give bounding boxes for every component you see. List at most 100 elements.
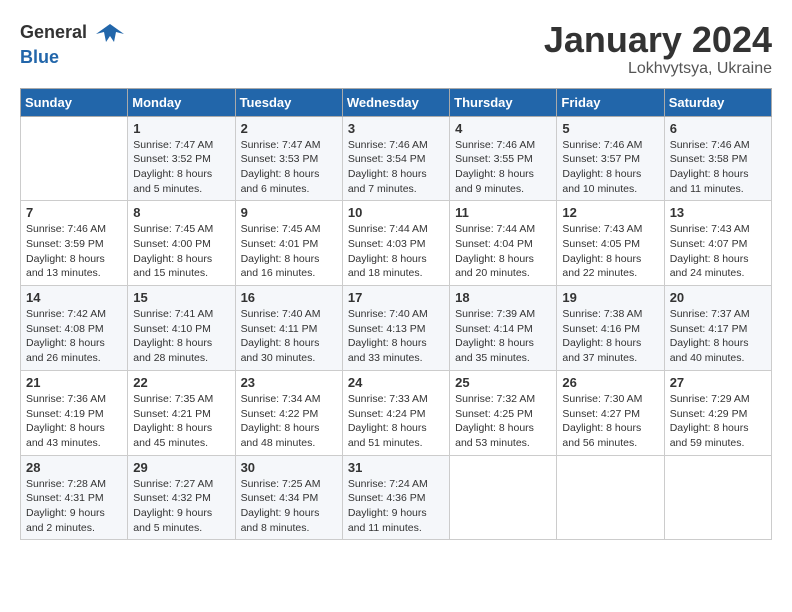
calendar-cell: 23 Sunrise: 7:34 AMSunset: 4:22 PMDayligh…: [235, 370, 342, 455]
day-number: 18: [455, 290, 551, 305]
day-detail: Sunrise: 7:47 AMSunset: 3:53 PMDaylight:…: [241, 138, 337, 197]
logo-general: General: [20, 22, 87, 42]
calendar-cell: 18 Sunrise: 7:39 AMSunset: 4:14 PMDayligh…: [450, 286, 557, 371]
calendar-cell: 16Sunrise: 7:40 AMSunset: 4:11 PMDayligh…: [235, 286, 342, 371]
calendar-cell: 1Sunrise: 7:47 AMSunset: 3:52 PMDaylight…: [128, 116, 235, 201]
day-detail: Sunrise: 7:39 AMSunset: 4:14 PMDaylight:…: [455, 307, 551, 366]
day-detail: Sunrise: 7:40 AMSunset: 4:13 PMDaylight:…: [348, 307, 444, 366]
day-number: 8: [133, 205, 229, 220]
day-number: 5: [562, 121, 658, 136]
day-number: 9: [241, 205, 337, 220]
calendar-cell: 17 Sunrise: 7:40 AMSunset: 4:13 PMDayligh…: [342, 286, 449, 371]
day-number: 20: [670, 290, 766, 305]
day-number: 15: [133, 290, 229, 305]
day-detail: Sunrise: 7:25 AMSunset: 4:34 PMDaylight:…: [241, 477, 337, 536]
day-detail: Sunrise: 7:27 AMSunset: 4:32 PMDaylight:…: [133, 477, 229, 536]
day-number: 25: [455, 375, 551, 390]
day-number: 22: [133, 375, 229, 390]
day-detail: Sunrise: 7:45 AMSunset: 4:00 PMDaylight:…: [133, 222, 229, 281]
day-detail: Sunrise: 7:43 AMSunset: 4:05 PMDaylight:…: [562, 222, 658, 281]
day-number: 4: [455, 121, 551, 136]
day-detail: Sunrise: 7:24 AMSunset: 4:36 PMDaylight:…: [348, 477, 444, 536]
calendar-week-row: 7 Sunrise: 7:46 AMSunset: 3:59 PMDaylight…: [21, 201, 772, 286]
calendar-cell: 4 Sunrise: 7:46 AMSunset: 3:55 PMDaylight…: [450, 116, 557, 201]
weekday-header-thursday: Thursday: [450, 88, 557, 116]
day-number: 21: [26, 375, 122, 390]
calendar-cell: 10Sunrise: 7:44 AMSunset: 4:03 PMDayligh…: [342, 201, 449, 286]
calendar-week-row: 1Sunrise: 7:47 AMSunset: 3:52 PMDaylight…: [21, 116, 772, 201]
day-number: 7: [26, 205, 122, 220]
day-number: 26: [562, 375, 658, 390]
weekday-header-sunday: Sunday: [21, 88, 128, 116]
day-number: 10: [348, 205, 444, 220]
calendar-cell: 26 Sunrise: 7:30 AMSunset: 4:27 PMDayligh…: [557, 370, 664, 455]
day-number: 27: [670, 375, 766, 390]
calendar-week-row: 21 Sunrise: 7:36 AMSunset: 4:19 PMDayligh…: [21, 370, 772, 455]
calendar-cell: 6Sunrise: 7:46 AMSunset: 3:58 PMDaylight…: [664, 116, 771, 201]
weekday-header-wednesday: Wednesday: [342, 88, 449, 116]
weekday-header-saturday: Saturday: [664, 88, 771, 116]
weekday-header-monday: Monday: [128, 88, 235, 116]
calendar-week-row: 14 Sunrise: 7:42 AMSunset: 4:08 PMDayligh…: [21, 286, 772, 371]
day-detail: Sunrise: 7:32 AMSunset: 4:25 PMDaylight:…: [455, 392, 551, 451]
calendar-table: SundayMondayTuesdayWednesdayThursdayFrid…: [20, 88, 772, 541]
day-number: 13: [670, 205, 766, 220]
day-number: 23: [241, 375, 337, 390]
calendar-cell: 13Sunrise: 7:43 AMSunset: 4:07 PMDayligh…: [664, 201, 771, 286]
day-detail: Sunrise: 7:46 AMSunset: 3:55 PMDaylight:…: [455, 138, 551, 197]
day-detail: Sunrise: 7:30 AMSunset: 4:27 PMDaylight:…: [562, 392, 658, 451]
day-detail: Sunrise: 7:37 AMSunset: 4:17 PMDaylight:…: [670, 307, 766, 366]
calendar-cell: [664, 455, 771, 540]
page-header: General Blue January 2024 Lokhvytsya, Uk…: [20, 20, 772, 78]
day-number: 28: [26, 460, 122, 475]
calendar-cell: 15 Sunrise: 7:41 AMSunset: 4:10 PMDayligh…: [128, 286, 235, 371]
day-detail: Sunrise: 7:41 AMSunset: 4:10 PMDaylight:…: [133, 307, 229, 366]
calendar-cell: 21 Sunrise: 7:36 AMSunset: 4:19 PMDayligh…: [21, 370, 128, 455]
day-detail: Sunrise: 7:42 AMSunset: 4:08 PMDaylight:…: [26, 307, 122, 366]
calendar-cell: 25 Sunrise: 7:32 AMSunset: 4:25 PMDayligh…: [450, 370, 557, 455]
day-detail: Sunrise: 7:45 AMSunset: 4:01 PMDaylight:…: [241, 222, 337, 281]
calendar-cell: 27 Sunrise: 7:29 AMSunset: 4:29 PMDayligh…: [664, 370, 771, 455]
calendar-cell: 7 Sunrise: 7:46 AMSunset: 3:59 PMDaylight…: [21, 201, 128, 286]
day-detail: Sunrise: 7:46 AMSunset: 3:58 PMDaylight:…: [670, 138, 766, 197]
calendar-cell: 9 Sunrise: 7:45 AMSunset: 4:01 PMDaylight…: [235, 201, 342, 286]
month-title: January 2024: [544, 20, 772, 60]
day-detail: Sunrise: 7:36 AMSunset: 4:19 PMDaylight:…: [26, 392, 122, 451]
logo-blue-line: Blue: [20, 48, 124, 68]
day-number: 14: [26, 290, 122, 305]
day-detail: Sunrise: 7:34 AMSunset: 4:22 PMDaylight:…: [241, 392, 337, 451]
day-number: 31: [348, 460, 444, 475]
day-detail: Sunrise: 7:46 AMSunset: 3:59 PMDaylight:…: [26, 222, 122, 281]
day-detail: Sunrise: 7:33 AMSunset: 4:24 PMDaylight:…: [348, 392, 444, 451]
weekday-header-tuesday: Tuesday: [235, 88, 342, 116]
logo-general-line: General: [20, 20, 124, 48]
day-number: 17: [348, 290, 444, 305]
day-detail: Sunrise: 7:28 AMSunset: 4:31 PMDaylight:…: [26, 477, 122, 536]
logo: General Blue: [20, 20, 124, 68]
day-number: 2: [241, 121, 337, 136]
day-detail: Sunrise: 7:29 AMSunset: 4:29 PMDaylight:…: [670, 392, 766, 451]
logo-bird-icon: [96, 20, 124, 48]
day-number: 24: [348, 375, 444, 390]
calendar-cell: 28 Sunrise: 7:28 AMSunset: 4:31 PMDayligh…: [21, 455, 128, 540]
calendar-cell: 8 Sunrise: 7:45 AMSunset: 4:00 PMDaylight…: [128, 201, 235, 286]
day-detail: Sunrise: 7:46 AMSunset: 3:54 PMDaylight:…: [348, 138, 444, 197]
day-detail: Sunrise: 7:46 AMSunset: 3:57 PMDaylight:…: [562, 138, 658, 197]
day-number: 29: [133, 460, 229, 475]
calendar-cell: [557, 455, 664, 540]
calendar-week-row: 28 Sunrise: 7:28 AMSunset: 4:31 PMDayligh…: [21, 455, 772, 540]
day-number: 30: [241, 460, 337, 475]
location-title: Lokhvytsya, Ukraine: [544, 60, 772, 78]
calendar-cell: 2 Sunrise: 7:47 AMSunset: 3:53 PMDaylight…: [235, 116, 342, 201]
day-number: 19: [562, 290, 658, 305]
day-detail: Sunrise: 7:44 AMSunset: 4:04 PMDaylight:…: [455, 222, 551, 281]
day-number: 11: [455, 205, 551, 220]
calendar-cell: 14 Sunrise: 7:42 AMSunset: 4:08 PMDayligh…: [21, 286, 128, 371]
day-number: 16: [241, 290, 337, 305]
logo-blue: Blue: [20, 47, 59, 67]
day-number: 1: [133, 121, 229, 136]
logo-text: General Blue: [20, 20, 124, 68]
weekday-header-friday: Friday: [557, 88, 664, 116]
calendar-cell: [450, 455, 557, 540]
calendar-cell: 30 Sunrise: 7:25 AMSunset: 4:34 PMDayligh…: [235, 455, 342, 540]
